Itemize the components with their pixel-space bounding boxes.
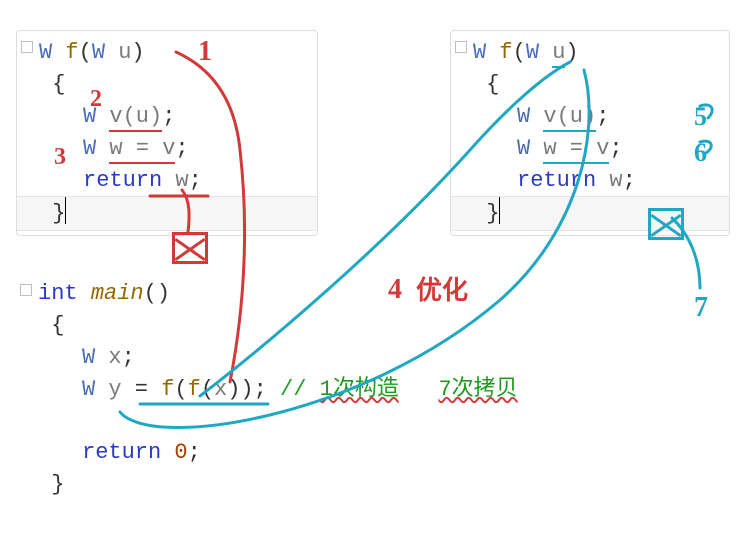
hand-3: 3 (54, 140, 66, 175)
code-block-main: int main() { W x; W y = f(f(x)); // 1次构造… (16, 278, 518, 501)
hand-6: 6 (694, 134, 707, 172)
canvas: W f(W u) { W v(u); W w = v; return w; } … (0, 0, 753, 543)
code-line: { (38, 310, 518, 342)
hand-1: 1 (198, 32, 212, 73)
code-line: W v(u); (473, 101, 729, 133)
hand-opt: 优化 (416, 272, 468, 310)
code-line: return w; (39, 165, 317, 197)
text-caret (499, 197, 500, 223)
code-line: } (17, 196, 317, 231)
code-line: } (38, 469, 518, 501)
hand-7: 7 (694, 288, 708, 329)
code-line: W w = v; (473, 133, 729, 165)
code-line (38, 406, 518, 438)
hand-2: 2 (90, 82, 102, 117)
code-line: W y = f(f(x)); // 1次构造 7次拷贝 (38, 374, 518, 406)
hand-5: 5 (694, 98, 707, 136)
code-line: { (39, 69, 317, 101)
code-line: } (451, 196, 729, 231)
code-panel-right: W f(W u) { W v(u); W w = v; return w; } (450, 30, 730, 236)
hand-4: 4 (388, 270, 402, 311)
code-line: W f(W u) (39, 37, 317, 69)
code-panel-left: W f(W u) { W v(u); W w = v; return w; } (16, 30, 318, 236)
strike-box-teal (648, 208, 684, 240)
code-line: W f(W u) (473, 37, 729, 69)
code-line: return w; (473, 165, 729, 197)
code-line: { (473, 69, 729, 101)
strike-box-red (172, 232, 208, 264)
text-caret (65, 197, 66, 223)
code-line: W x; (38, 342, 518, 374)
code-line: W v(u); (39, 101, 317, 133)
code-line: W w = v; (39, 133, 317, 165)
code-line: return 0; (38, 437, 518, 469)
